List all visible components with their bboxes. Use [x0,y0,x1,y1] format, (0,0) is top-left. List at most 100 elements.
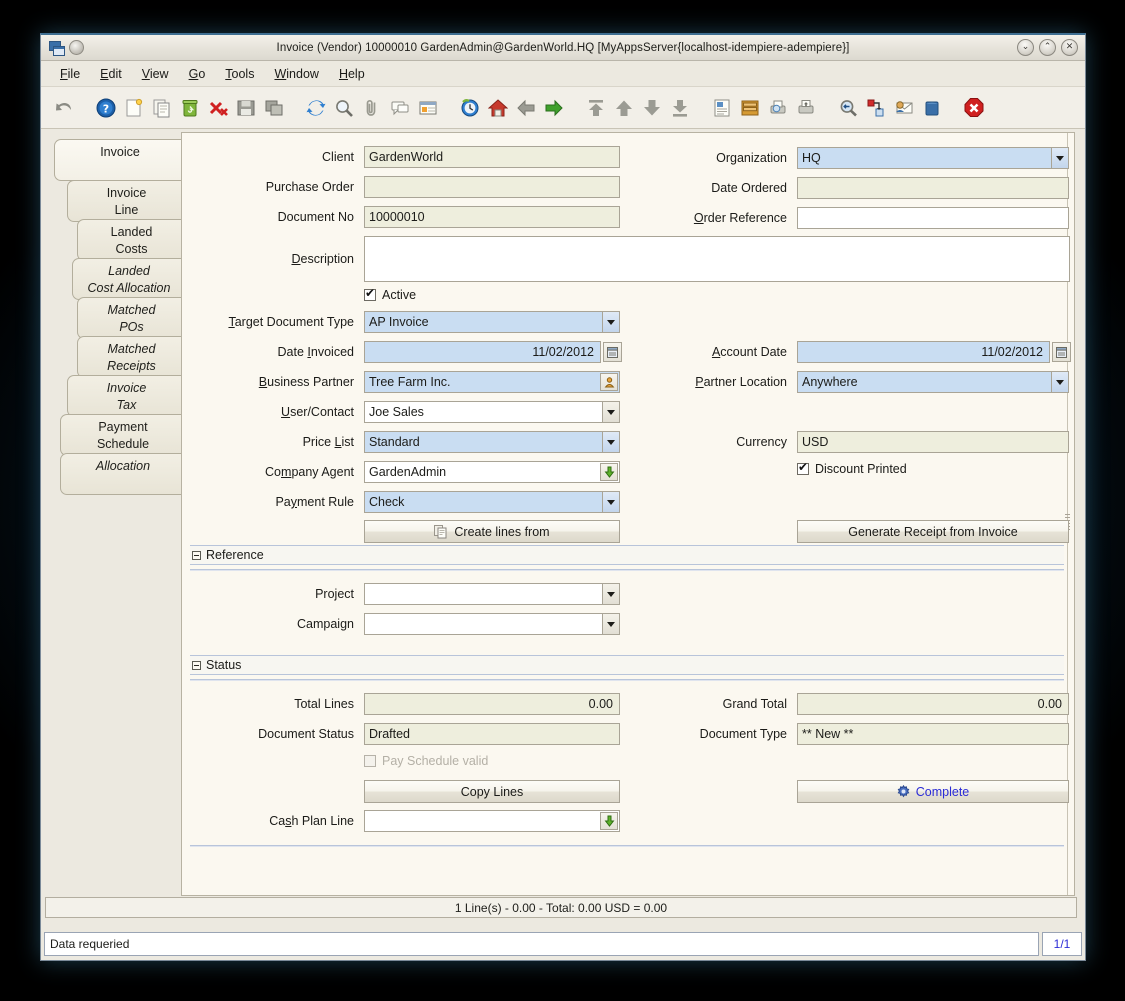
status-section-header[interactable]: Status [190,655,1064,675]
user-contact-value: Joe Sales [369,405,424,419]
campaign-combo[interactable] [364,613,620,635]
discount-printed-checkbox-row[interactable]: Discount Printed [797,462,907,476]
print-preview-icon[interactable] [765,95,791,121]
sidebar-tab-payment-schedule[interactable]: PaymentSchedule [60,414,185,456]
complete-label: Complete [916,785,970,799]
menu-edit[interactable]: Edit [91,64,131,84]
chevron-down-icon[interactable] [602,402,619,422]
sidebar-tab-invoice[interactable]: Invoice [54,139,185,181]
chevron-down-icon[interactable] [1051,372,1068,392]
create-lines-from-button[interactable]: Create lines from [364,520,620,543]
active-label: Active [382,288,416,302]
exit-icon[interactable] [961,95,987,121]
description-field[interactable] [364,236,1070,282]
print-icon[interactable] [793,95,819,121]
chevron-down-icon[interactable] [602,432,619,452]
down-record-icon[interactable] [639,95,665,121]
last-record-icon[interactable] [667,95,693,121]
business-partner-info-icon[interactable] [600,373,618,391]
copy-record-icon[interactable] [149,95,175,121]
chevron-down-icon[interactable] [1051,148,1068,168]
refresh-icon[interactable] [303,95,329,121]
new-record-icon[interactable] [121,95,147,121]
menu-window[interactable]: Window [265,64,327,84]
window-menu-orb-icon[interactable] [69,40,84,55]
cash-plan-line-lookup-icon[interactable] [600,812,618,830]
chevron-down-icon[interactable] [602,312,619,332]
report-icon[interactable] [709,95,735,121]
request-icon[interactable] [891,95,917,121]
business-partner-field[interactable]: Tree Farm Inc. [364,371,620,393]
window-close-button[interactable]: ✕ [1061,39,1078,56]
sidebar-tab-landed-cost-allocation[interactable]: LandedCost Allocation [72,258,185,300]
attachment-icon[interactable] [359,95,385,121]
active-workflow-icon[interactable] [863,95,889,121]
company-agent-lookup-icon[interactable] [600,463,618,481]
sidebar-tab-matched-receipts[interactable]: MatchedReceipts [77,336,185,378]
copy-lines-button[interactable]: Copy Lines [364,780,620,803]
home-icon[interactable] [485,95,511,121]
user-contact-combo[interactable]: Joe Sales [364,401,620,423]
company-agent-field[interactable]: GardenAdmin [364,461,620,483]
calendar-icon[interactable] [603,342,622,362]
reference-section-header[interactable]: Reference [190,545,1064,565]
complete-button[interactable]: Complete [797,780,1069,803]
window-minimize-button[interactable]: ⌄ [1017,39,1034,56]
save-create-new-icon[interactable] [261,95,287,121]
menu-go[interactable]: Go [180,64,215,84]
target-document-type-combo[interactable]: AP Invoice [364,311,620,333]
menu-view[interactable]: View [133,64,178,84]
next-record-icon[interactable] [541,95,567,121]
generate-receipt-from-invoice-button[interactable]: Generate Receipt from Invoice [797,520,1069,543]
sidebar-tab-allocation[interactable]: Allocation [60,453,185,495]
window-maximize-button[interactable]: ⌃ [1039,39,1056,56]
partner-location-combo[interactable]: Anywhere [797,371,1069,393]
up-record-icon[interactable] [611,95,637,121]
account-date-field[interactable]: 11/02/2012 [797,341,1050,363]
payment-rule-combo[interactable]: Check [364,491,620,513]
chat-icon[interactable] [387,95,413,121]
save-icon[interactable] [233,95,259,121]
menu-tools[interactable]: Tools [216,64,263,84]
sidebar-tab-label: PaymentSchedule [97,420,149,451]
document-no-label: Document No [196,210,354,224]
collapse-icon[interactable] [192,661,201,670]
sidebar-tab-invoice-line[interactable]: InvoiceLine [67,180,185,222]
undo-icon[interactable] [51,95,77,121]
total-lines-label: Total Lines [196,697,354,711]
sidebar-tab-landed-costs[interactable]: LandedCosts [77,219,185,261]
zoom-across-icon[interactable] [835,95,861,121]
chevron-down-icon[interactable] [602,584,619,604]
help-icon[interactable]: ? [93,95,119,121]
cash-plan-line-field[interactable] [364,810,620,832]
history-icon[interactable] [457,95,483,121]
previous-record-icon[interactable] [513,95,539,121]
menu-file[interactable]: File [51,64,89,84]
price-list-combo[interactable]: Standard [364,431,620,453]
payment-rule-label: Payment Rule [196,495,354,509]
delete-selection-icon[interactable] [205,95,231,121]
product-info-icon[interactable] [919,95,945,121]
date-invoiced-field[interactable]: 11/02/2012 [364,341,601,363]
order-reference-label: Order Reference [637,211,787,225]
archived-documents-icon[interactable] [737,95,763,121]
chevron-down-icon[interactable] [602,492,619,512]
collapse-icon[interactable] [192,551,201,560]
sidebar-tab-label: Invoice [100,145,140,159]
delete-record-icon[interactable] [177,95,203,121]
calendar-icon[interactable] [1052,342,1071,362]
active-checkbox[interactable] [364,289,376,301]
organization-combo[interactable]: HQ [797,147,1069,169]
discount-printed-checkbox[interactable] [797,463,809,475]
project-combo[interactable] [364,583,620,605]
sidebar-tab-matched-pos[interactable]: MatchedPOs [77,297,185,339]
first-record-icon[interactable] [583,95,609,121]
find-icon[interactable] [331,95,357,121]
grid-toggle-icon[interactable] [415,95,441,121]
sidebar-tab-invoice-tax[interactable]: InvoiceTax [67,375,185,417]
chevron-down-icon[interactable] [602,614,619,634]
order-reference-field[interactable] [797,207,1069,229]
active-checkbox-row[interactable]: Active [364,288,416,302]
menu-help[interactable]: Help [330,64,374,84]
client-field: GardenWorld [364,146,620,168]
